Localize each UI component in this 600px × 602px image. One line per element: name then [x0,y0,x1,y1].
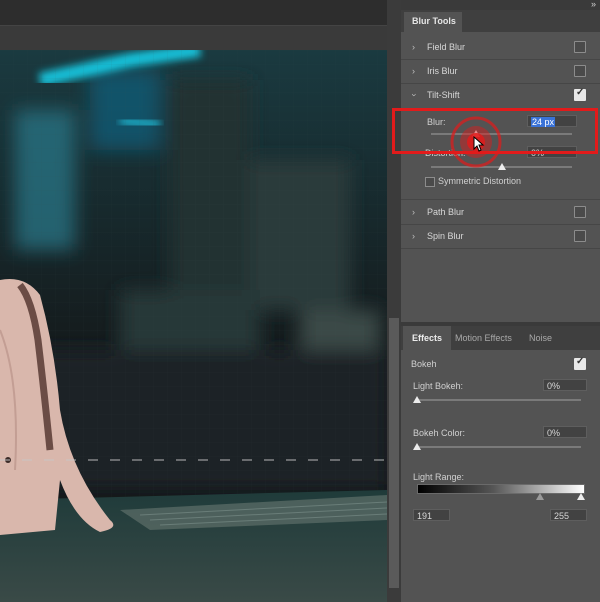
bokeh-label: Bokeh [411,359,437,369]
symmetric-distortion-checkbox[interactable] [425,177,435,187]
blur-tool-tilt-shift[interactable]: › Tilt-Shift [401,84,600,107]
light-range-low-field[interactable]: 191 [413,509,450,521]
light-bokeh-value: 0% [547,381,561,391]
blur-tool-path-blur[interactable]: › Path Blur [401,201,600,225]
tab-label: Noise [529,333,553,343]
bokeh-color-value: 0% [547,428,561,438]
chevron-down-icon[interactable]: › [410,94,420,97]
light-range-low-value: 191 [417,511,433,521]
spin-blur-checkbox[interactable] [574,230,586,242]
tab-blur-tools-label: Blur Tools [412,16,456,26]
blur-tool-field-blur[interactable]: › Field Blur [401,36,600,60]
scrollbar-thumb[interactable] [389,318,399,588]
bokeh-color-label: Bokeh Color: [413,428,466,438]
photo-preview[interactable] [0,50,387,602]
chevron-right-icon[interactable]: › [412,207,415,217]
light-bokeh-slider-handle[interactable] [413,396,421,403]
tab-motion-effects[interactable]: Motion Effects [446,326,521,350]
light-range-gradient[interactable] [417,484,585,494]
symmetric-distortion-label: Symmetric Distortion [438,176,522,186]
chevron-right-icon[interactable]: › [412,42,415,52]
collapse-panel-icon[interactable]: » [591,0,596,9]
blur-tool-label: Spin Blur [427,231,464,241]
light-bokeh-label: Light Bokeh: [413,381,464,391]
divider [401,199,600,200]
blur-tool-label: Path Blur [427,207,465,217]
path-blur-checkbox[interactable] [574,206,586,218]
bokeh-color-field[interactable]: 0% [543,426,587,438]
field-blur-checkbox[interactable] [574,41,586,53]
blur-tool-label: Tilt-Shift [427,90,460,100]
tab-effects[interactable]: Effects [403,326,452,350]
light-bokeh-field[interactable]: 0% [543,379,587,391]
chevron-right-icon[interactable]: › [412,66,415,76]
document-tab-strip [0,0,387,51]
bokeh-color-slider-handle[interactable] [413,443,421,450]
blur-tool-iris-blur[interactable]: › Iris Blur [401,60,600,84]
light-bokeh-slider-track[interactable] [417,399,581,401]
blur-tool-label: Field Blur [427,42,466,52]
light-range-low-handle[interactable] [536,493,544,500]
bokeh-color-slider-track[interactable] [417,446,581,448]
blur-tool-label: Iris Blur [427,66,458,76]
document-canvas[interactable] [0,0,387,602]
canvas-vertical-scrollbar[interactable] [387,0,401,602]
tab-label: Motion Effects [455,333,512,343]
light-range-label: Light Range: [413,472,465,482]
chevron-right-icon[interactable]: › [412,231,415,241]
mouse-cursor-icon [473,136,485,152]
tab-label: Effects [412,333,443,343]
bokeh-checkbox[interactable] [574,356,586,370]
light-range-high-value: 255 [554,511,570,521]
blur-tool-spin-blur[interactable]: › Spin Blur [401,225,600,249]
iris-blur-checkbox[interactable] [574,65,586,77]
light-range-high-handle[interactable] [577,493,585,500]
tilt-shift-checkbox[interactable] [574,87,586,101]
tab-noise[interactable]: Noise [520,326,561,350]
panel-top-bar: » [401,0,600,10]
light-range-high-field[interactable]: 255 [550,509,587,521]
